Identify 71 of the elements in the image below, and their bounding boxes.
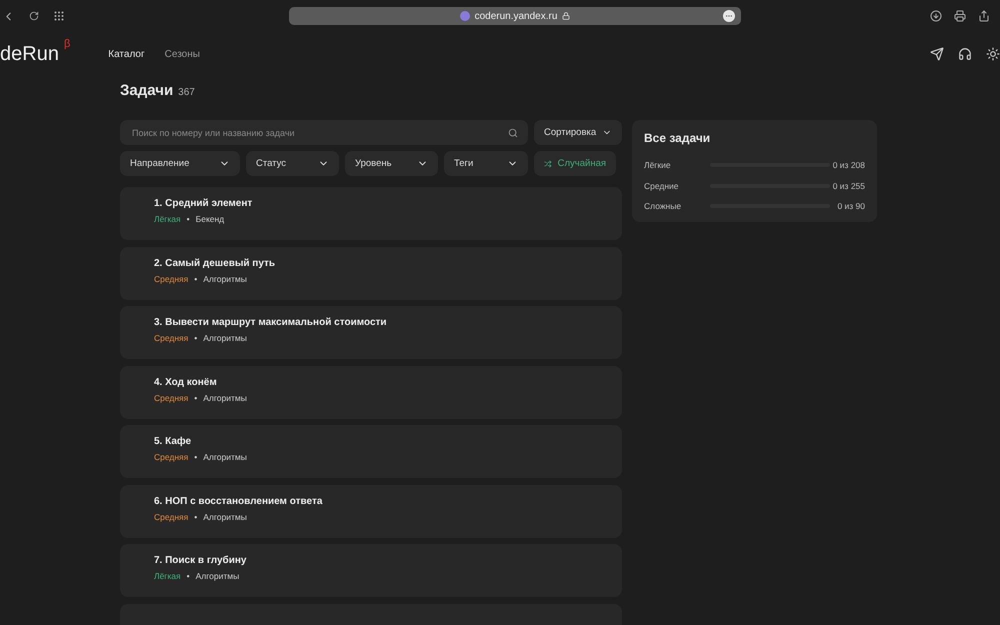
- reload-icon[interactable]: [29, 11, 39, 21]
- separator-dot: •: [186, 571, 190, 581]
- task-card[interactable]: 7. Поиск в глубину Лёгкая • Алгоритмы: [120, 544, 622, 597]
- task-count: 367: [178, 87, 195, 98]
- separator-dot: •: [186, 214, 190, 224]
- search-field[interactable]: Поиск по номеру или названию задачи: [120, 120, 528, 145]
- send-icon[interactable]: [930, 47, 944, 61]
- url-text: coderun.yandex.ru: [474, 10, 558, 22]
- task-title: 6. НОП с восстановлением ответа: [154, 496, 324, 506]
- sort-dropdown[interactable]: Сортировка: [534, 120, 622, 145]
- task-title: 1. Средний элемент: [154, 198, 254, 209]
- task-tag: Алгоритмы: [203, 333, 247, 343]
- task-tag: Алгоритмы: [203, 274, 247, 284]
- task-tag: Алгоритмы: [203, 452, 247, 462]
- theme-icon[interactable]: [986, 47, 1000, 61]
- task-tag: Алгоритмы: [203, 512, 247, 522]
- grid-icon[interactable]: [53, 10, 65, 22]
- search-icon[interactable]: [508, 128, 518, 138]
- task-card[interactable]: 2. Самый дешевый путь Средняя • Алгоритмы: [120, 246, 622, 300]
- separator-dot: •: [194, 512, 198, 522]
- progress-reading: 0 из 90: [837, 201, 865, 212]
- filter-dropdown[interactable]: Уровень: [345, 151, 438, 176]
- stats-label: Средние: [644, 180, 680, 191]
- task-title: 7. Поиск в глубину: [154, 555, 248, 566]
- share-icon[interactable]: [978, 10, 990, 22]
- random-button[interactable]: Случайная: [534, 151, 616, 176]
- difficulty-label: Лёгкая: [154, 571, 181, 581]
- logo[interactable]: deRun: [0, 42, 59, 66]
- difficulty-label: Лёгкая: [154, 214, 181, 224]
- task-tag: Бекенд: [196, 214, 224, 224]
- task-card[interactable]: 5. Кафе Средняя • Алгоритмы: [120, 425, 622, 478]
- difficulty-label: Средняя: [154, 452, 188, 462]
- task-card[interactable]: 4. Ход конём Средняя • Алгоритмы: [120, 366, 622, 418]
- difficulty-label: Средняя: [154, 512, 188, 522]
- address-bar[interactable]: coderun.yandex.ru: [289, 7, 741, 25]
- nav-link[interactable]: Каталог: [108, 48, 145, 60]
- more-icon[interactable]: [723, 10, 735, 22]
- progress-reading: 0 из 208: [832, 160, 865, 170]
- filter-dropdown[interactable]: Теги: [444, 151, 528, 176]
- task-title: 4. Ход конём: [154, 376, 218, 388]
- separator-dot: •: [194, 333, 198, 343]
- task-card[interactable]: 1. Средний элемент Лёгкая • Бекенд: [120, 187, 622, 240]
- separator-dot: •: [194, 392, 198, 402]
- printer-icon[interactable]: [954, 10, 966, 22]
- separator-dot: •: [194, 452, 198, 462]
- lock-icon: [562, 12, 570, 20]
- task-card[interactable]: 6. НОП с восстановлением ответа Средняя • Алгоритмы: [120, 484, 622, 538]
- stats-label: Сложные: [644, 201, 682, 212]
- separator-dot: •: [194, 274, 198, 284]
- stats-title: Все задачи: [644, 131, 712, 145]
- difficulty-label: Средняя: [154, 274, 188, 284]
- task-tag: Алгоритмы: [196, 571, 240, 581]
- task-card[interactable]: 3. Вывести маршрут максимальной стоимости Средняя • Алгоритмы: [120, 306, 622, 359]
- site-icon: [460, 11, 470, 21]
- difficulty-label: Средняя: [154, 333, 188, 343]
- page-title: Задачи: [120, 82, 174, 99]
- beta-mark: β: [64, 38, 70, 50]
- difficulty-label: Средняя: [154, 392, 188, 402]
- shuffle-icon: [544, 158, 552, 168]
- task-title: 3. Вывести маршрут максимальной стоимости: [154, 317, 388, 328]
- filter-dropdown[interactable]: Статус: [246, 151, 339, 176]
- headphones-icon[interactable]: [958, 47, 972, 61]
- nav-link[interactable]: Сезоны: [164, 48, 200, 60]
- task-tag: Алгоритмы: [203, 392, 247, 402]
- progress-reading: 0 из 255: [832, 180, 865, 191]
- download-icon[interactable]: [930, 10, 942, 22]
- search-input[interactable]: Поиск по номеру или названию задачи: [130, 126, 508, 138]
- task-title: 5. Кафе: [154, 436, 192, 447]
- stats-label: Лёгкие: [644, 160, 672, 170]
- filter-dropdown[interactable]: Направление: [120, 151, 240, 176]
- task-title: 2. Самый дешевый путь: [154, 258, 276, 268]
